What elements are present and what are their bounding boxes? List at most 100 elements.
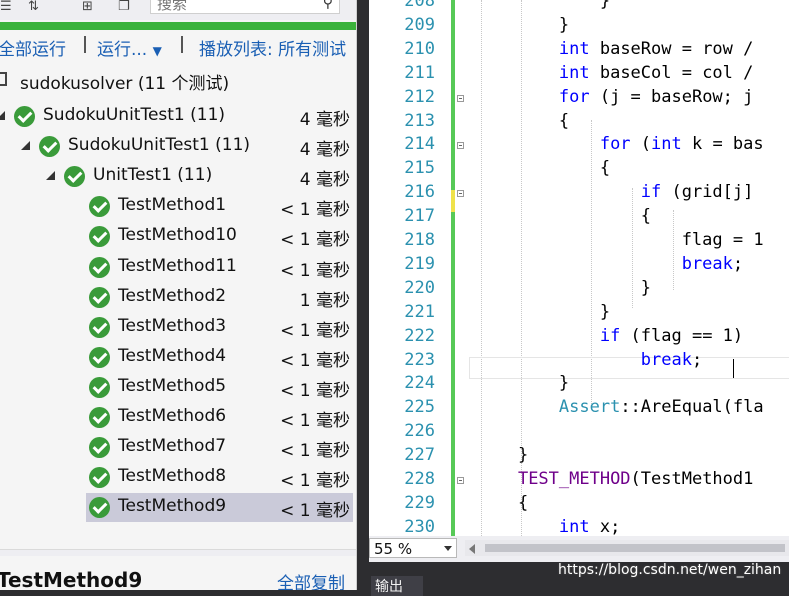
zoom-dropdown[interactable]: 55 % — [369, 538, 457, 558]
line-number: 218 — [404, 230, 435, 250]
separator — [181, 36, 183, 53]
line-number: 209 — [404, 14, 435, 35]
test-duration: 1 毫秒 — [299, 290, 350, 311]
line-number: 213 — [404, 110, 435, 131]
line-number: 227 — [404, 445, 435, 466]
playlist-link[interactable]: 播放列表: 所有测试 — [199, 35, 346, 60]
search-input[interactable] — [157, 0, 307, 13]
passed-check-icon — [14, 106, 35, 127]
test-name: TestMethod1 — [118, 195, 227, 216]
code-text-visible: { — [477, 206, 651, 227]
code-text-visible: } — [477, 301, 611, 322]
code-text-visible: TEST_METHOD(TestMethod1 — [517, 469, 754, 489]
expander-icon[interactable] — [21, 141, 30, 151]
expander-icon[interactable] — [0, 111, 5, 120]
code-line: for (j = baseRow; j for (j = baseRow; j — [477, 87, 753, 107]
passed-check-icon — [89, 346, 110, 368]
passed-check-icon — [89, 376, 110, 398]
playlist-icon[interactable]: ⊞ — [82, 0, 93, 14]
code-line: } } — [477, 15, 569, 35]
collapse-icon[interactable] — [457, 142, 464, 150]
test-name: SudokuUnitTest1 (11) — [68, 135, 251, 156]
line-number: 230 — [404, 516, 435, 536]
test-row[interactable]: TestMethod8 < 1 毫秒 — [0, 463, 356, 492]
text-caret — [733, 359, 734, 378]
search-icon[interactable]: ⚲ — [323, 0, 333, 11]
sort-icon[interactable]: ⇅ — [28, 0, 39, 14]
expander-icon[interactable] — [46, 171, 55, 181]
run-all-link[interactable]: 全部运行 — [0, 35, 66, 60]
line-number: 229 — [404, 492, 435, 513]
project-icon — [0, 72, 7, 86]
unsaved-change-indicator — [451, 190, 455, 212]
code-line: TEST_METHOD(TestMethod1 TEST_METHOD(Test… — [477, 469, 753, 489]
search-box[interactable]: ⚲ — [150, 0, 340, 14]
indent-guide — [673, 210, 674, 290]
test-duration: < 1 毫秒 — [280, 320, 350, 341]
code-editor[interactable]: 208 209 210 211 212 213 214 215 216 217 218 219 220 2… — [369, 0, 789, 536]
test-progress-fill — [0, 22, 356, 30]
passed-check-icon — [39, 136, 60, 158]
copy-all-link[interactable]: 全部复制 — [277, 569, 345, 590]
tree-group-row[interactable]: UnitTest1 (11) 4 毫秒 — [0, 162, 356, 191]
code-line: } } — [477, 0, 610, 11]
test-duration: 4 毫秒 — [299, 170, 350, 191]
test-row[interactable]: TestMethod5 < 1 毫秒 — [0, 373, 356, 402]
passed-check-icon — [89, 256, 110, 278]
test-row[interactable]: TestMethod1 < 1 毫秒 — [0, 192, 356, 221]
code-text-visible: break; — [640, 349, 703, 370]
test-row[interactable]: TestMethod6 < 1 毫秒 — [0, 403, 356, 432]
code-text-visible: { — [477, 110, 570, 131]
code-line: Assert::AreEqual(fla Assert::AreEqual(fl… — [477, 397, 764, 417]
collapse-icon[interactable] — [457, 94, 464, 102]
project-label: sudokusolver (11 个测试) — [20, 74, 230, 94]
test-name: TestMethod2 — [118, 285, 227, 306]
tree-group-row[interactable]: SudokuUnitTest1 (11) 4 毫秒 — [0, 102, 356, 131]
test-name: TestMethod6 — [118, 406, 227, 426]
collapse-icon[interactable] — [457, 477, 464, 484]
test-progress-bar — [0, 22, 356, 30]
test-name: TestMethod11 — [118, 255, 237, 276]
test-duration: < 1 毫秒 — [280, 471, 350, 492]
line-number: 217 — [404, 206, 435, 227]
test-row[interactable]: TestMethod4 < 1 毫秒 — [0, 343, 356, 372]
test-duration: < 1 毫秒 — [280, 501, 350, 522]
code-text-visible: flag = 1 — [477, 230, 764, 250]
test-row[interactable]: TestMethod2 1 毫秒 — [0, 283, 356, 312]
test-row[interactable]: TestMethod11 < 1 毫秒 — [0, 253, 356, 282]
passed-check-icon — [64, 166, 85, 188]
passed-check-icon — [89, 316, 110, 338]
test-row[interactable]: TestMethod3 < 1 毫秒 — [0, 313, 356, 342]
line-number: 220 — [404, 277, 435, 298]
tab-output[interactable]: 输出 — [371, 576, 423, 596]
tree-group-row[interactable]: SudokuUnitTest1 (11) 4 毫秒 — [0, 132, 356, 161]
line-number: 221 — [404, 301, 435, 322]
project-row[interactable]: sudokusolver (11 个测试) — [0, 66, 356, 94]
code-line: int baseRow = row / int baseRow = row / — [477, 39, 753, 59]
code-text-visible: { — [477, 158, 611, 179]
run-menu-link[interactable]: 运行... ▼ — [97, 35, 162, 60]
test-duration: < 1 毫秒 — [280, 380, 350, 401]
run-menu-label: 运行... — [97, 40, 148, 60]
scroll-left-icon[interactable] — [469, 544, 475, 554]
test-row[interactable]: TestMethod9 < 1 毫秒 — [0, 493, 356, 523]
code-editor-panel: 208 209 210 211 212 213 214 215 216 217 218 219 220 2… — [369, 0, 789, 596]
horizontal-scrollbar[interactable] — [465, 540, 789, 556]
panel-splitter[interactable] — [0, 549, 356, 556]
line-number: 226 — [404, 421, 435, 442]
line-number: 224 — [404, 373, 435, 394]
scrollbar-thumb[interactable] — [485, 544, 785, 552]
test-duration: 4 毫秒 — [299, 140, 350, 161]
code-line: int x; int x; — [477, 517, 620, 536]
test-duration: 4 毫秒 — [299, 110, 350, 130]
test-duration: < 1 毫秒 — [280, 350, 350, 371]
line-number: 216 — [404, 182, 435, 203]
action-bar: 全部运行 运行... ▼ 播放列表: 所有测试 — [0, 33, 356, 60]
test-row[interactable]: TestMethod7 < 1 毫秒 — [0, 433, 356, 462]
group-by-icon[interactable]: ☰ — [0, 0, 12, 14]
collapse-icon[interactable] — [457, 190, 464, 198]
test-duration: < 1 毫秒 — [280, 411, 350, 431]
test-row[interactable]: TestMethod10 < 1 毫秒 — [0, 222, 356, 251]
copy-icon[interactable]: ❐ — [118, 0, 130, 14]
code-text-visible: int baseCol = col / — [558, 62, 754, 83]
